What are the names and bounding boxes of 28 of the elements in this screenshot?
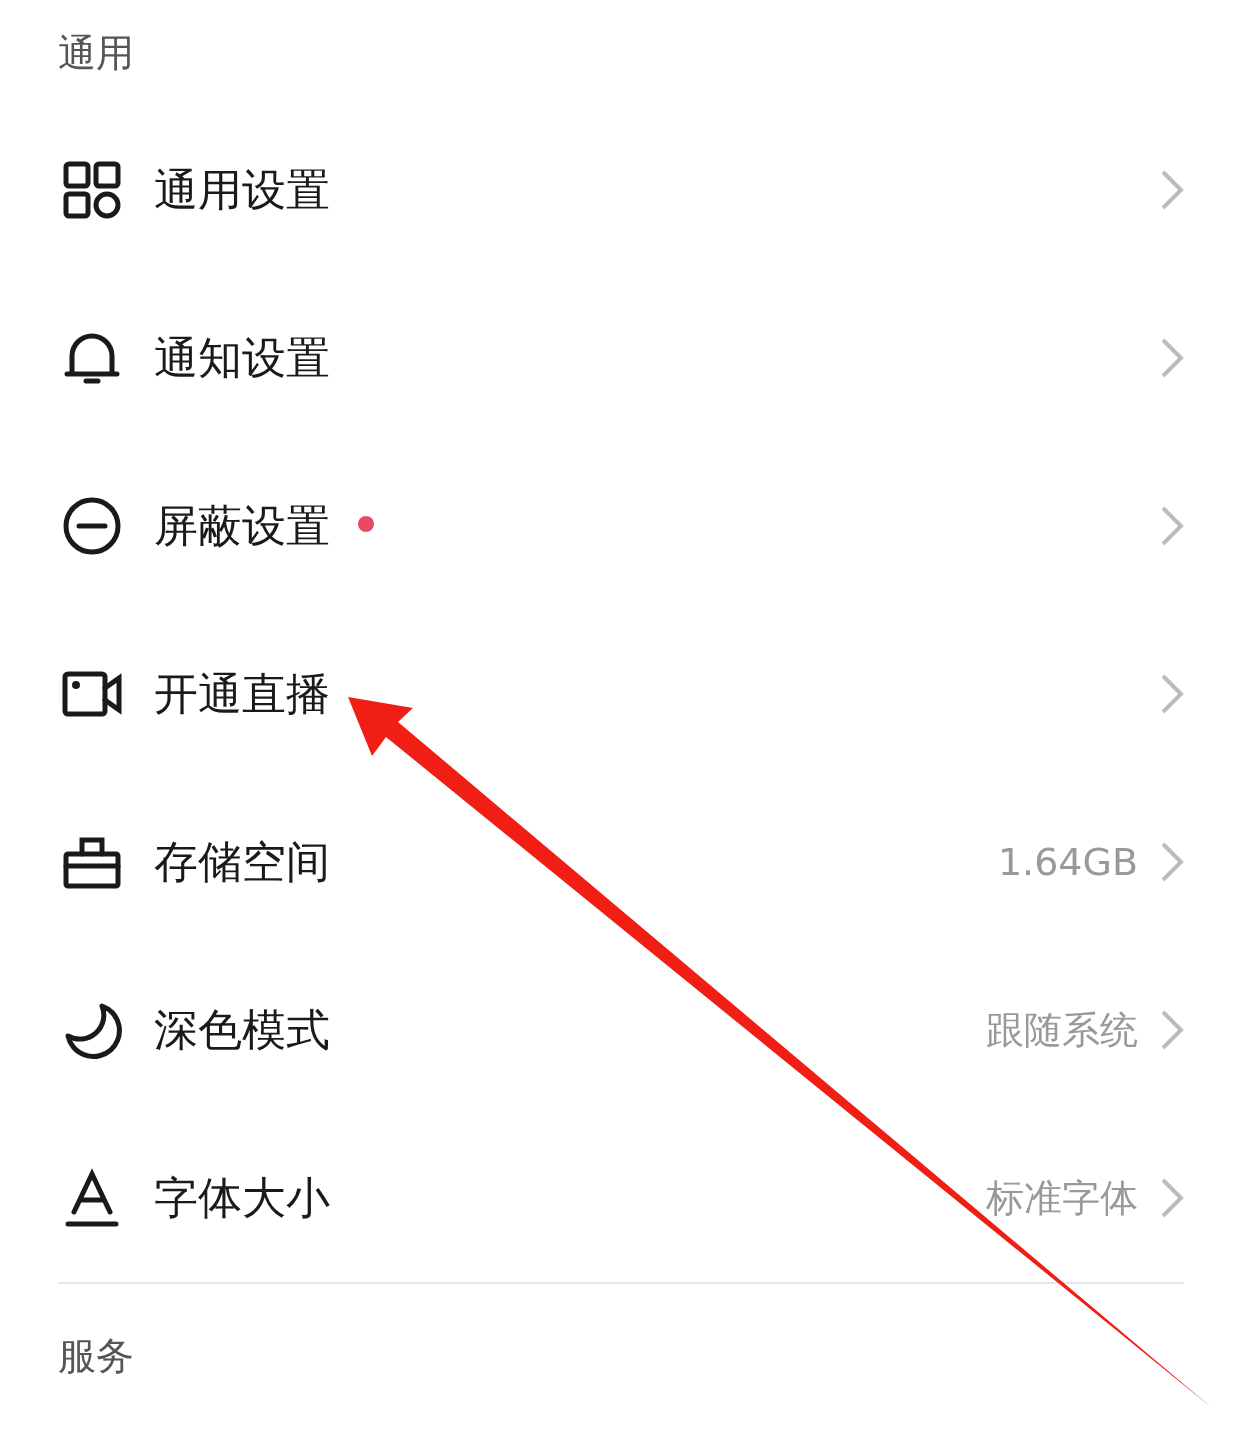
chevron-right-icon <box>1160 1177 1184 1219</box>
row-value: 跟随系统 <box>986 1006 1138 1054</box>
row-label: 通知设置 <box>154 330 330 385</box>
chevron-right-icon <box>1160 505 1184 547</box>
chevron-right-icon <box>1160 841 1184 883</box>
row-label: 通用设置 <box>154 162 330 217</box>
settings-row[interactable]: 通用设置 <box>0 106 1242 274</box>
row-label: 屏蔽设置 <box>154 498 330 553</box>
settings-row[interactable]: 字体大小 标准字体 <box>0 1114 1242 1282</box>
row-label: 开通直播 <box>154 666 330 721</box>
row-value: 标准字体 <box>986 1174 1138 1222</box>
chevron-right-icon <box>1160 673 1184 715</box>
chevron-right-icon <box>1160 337 1184 379</box>
row-value: 1.64GB <box>997 840 1138 884</box>
section-title: 通用 <box>58 29 134 77</box>
settings-row[interactable]: 存储空间 1.64GB <box>0 778 1242 946</box>
row-label: 深色模式 <box>154 1002 330 1057</box>
chevron-right-icon <box>1160 169 1184 211</box>
minus-circle-icon <box>62 496 122 556</box>
section-title: 服务 <box>58 1332 134 1380</box>
settings-row[interactable]: 屏蔽设置 <box>0 442 1242 610</box>
chevron-right-icon <box>1160 1009 1184 1051</box>
settings-row[interactable]: 通知设置 <box>0 274 1242 442</box>
row-label: 存储空间 <box>154 834 330 889</box>
grid-icon <box>62 160 122 220</box>
settings-row[interactable]: 深色模式 跟随系统 <box>0 946 1242 1114</box>
row-label: 字体大小 <box>154 1170 330 1225</box>
settings-row[interactable]: 开通直播 <box>0 610 1242 778</box>
